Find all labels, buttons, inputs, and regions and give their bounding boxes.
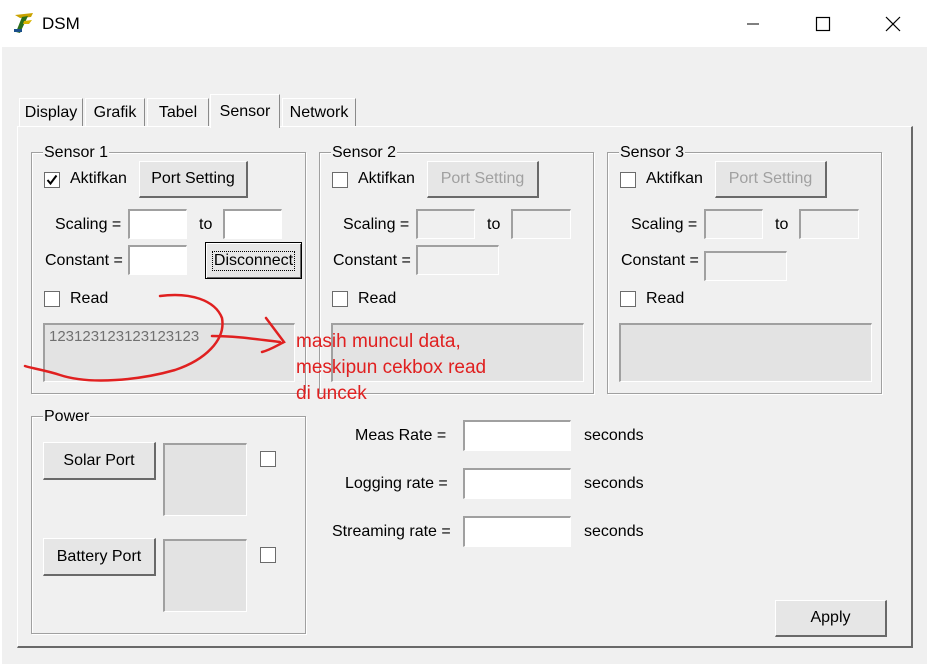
sensor1-aktifkan-label: Aktifkan [70, 170, 127, 187]
close-icon [885, 16, 901, 31]
battery-port-checkbox[interactable] [260, 547, 276, 563]
sensor2-read-checkbox[interactable] [332, 291, 348, 307]
sensor1-port-setting-button[interactable]: Port Setting [139, 161, 248, 198]
battery-port-button[interactable]: Battery Port [43, 538, 156, 576]
close-button[interactable] [858, 0, 928, 47]
sensor2-read-label: Read [358, 290, 397, 307]
sensor2-scaling-to-input[interactable] [511, 209, 571, 239]
sensor1-data-textbox[interactable]: 123123123123123123 [43, 323, 295, 382]
sensor1-read-checkbox[interactable] [44, 291, 60, 307]
sensor2-constant-label: Constant = [333, 252, 411, 269]
sensor1-scaling-to-input[interactable] [223, 209, 282, 239]
sensor2-port-setting-label: Port Setting [440, 170, 525, 187]
sensor1-port-setting-label: Port Setting [151, 170, 235, 187]
apply-label: Apply [810, 609, 851, 626]
solar-port-display [163, 443, 247, 516]
battery-port-display [163, 539, 247, 612]
meas-rate-unit: seconds [584, 427, 644, 444]
sensor3-read-label: Read [646, 290, 685, 307]
window-title: DSM [42, 14, 80, 33]
sensor1-constant-label: Constant = [45, 252, 123, 269]
sensor1-title: Sensor 1 [43, 144, 110, 162]
maximize-icon [815, 16, 831, 31]
sensor3-scaling-label: Scaling = [631, 216, 698, 233]
tab-network[interactable]: Network [282, 98, 356, 126]
sensor2-to-label: to [487, 216, 501, 233]
tab-sensor[interactable]: Sensor [210, 94, 280, 128]
sensor3-scaling-to-input[interactable] [799, 209, 859, 239]
tab-tabel-label: Tabel [158, 103, 198, 121]
app-icon [12, 11, 36, 35]
logging-rate-unit: seconds [584, 475, 644, 492]
tab-network-label: Network [289, 103, 349, 121]
tab-sensor-label: Sensor [219, 102, 271, 120]
logging-rate-label: Logging rate = [345, 475, 448, 492]
tab-display[interactable]: Display [19, 98, 83, 126]
power-title: Power [43, 408, 91, 426]
tab-display-label: Display [24, 103, 78, 121]
apply-button[interactable]: Apply [775, 600, 887, 637]
battery-port-label: Battery Port [56, 547, 142, 565]
sensor1-scaling-from-input[interactable] [128, 209, 187, 239]
minimize-icon [747, 23, 759, 24]
tab-tabel[interactable]: Tabel [147, 98, 209, 126]
streaming-rate-label: Streaming rate = [332, 523, 451, 540]
streaming-rate-unit: seconds [584, 523, 644, 540]
logging-rate-input[interactable] [463, 468, 571, 499]
sensor1-disconnect-label: Disconnect [211, 250, 296, 271]
sensor2-scaling-label: Scaling = [343, 216, 410, 233]
sensor3-data-textbox[interactable] [619, 323, 872, 382]
sensor3-port-setting-button[interactable]: Port Setting [715, 161, 827, 198]
sensor3-title: Sensor 3 [619, 144, 686, 162]
streaming-rate-input[interactable] [463, 516, 571, 547]
sensor2-title: Sensor 2 [331, 144, 398, 162]
sensor3-port-setting-label: Port Setting [728, 170, 813, 187]
tab-grafik[interactable]: Grafik [85, 98, 145, 126]
title-bar: DSM [0, 0, 929, 47]
checkmark-icon [46, 174, 58, 186]
sensor3-scaling-from-input[interactable] [704, 209, 763, 239]
sensor1-disconnect-button[interactable]: Disconnect [205, 242, 302, 279]
solar-port-button[interactable]: Solar Port [43, 442, 156, 480]
sensor3-aktifkan-label: Aktifkan [646, 170, 703, 187]
solar-port-label: Solar Port [63, 451, 135, 469]
sensor1-constant-input[interactable] [128, 245, 187, 275]
sensor3-constant-input[interactable] [704, 251, 787, 281]
minimize-button[interactable] [718, 0, 788, 47]
maximize-button[interactable] [788, 0, 858, 47]
solar-port-checkbox[interactable] [260, 451, 276, 467]
sensor1-to-label: to [199, 216, 213, 233]
sensor2-scaling-from-input[interactable] [416, 209, 475, 239]
sensor3-aktifkan-checkbox[interactable] [620, 172, 636, 188]
sensor2-aktifkan-checkbox[interactable] [332, 172, 348, 188]
sensor3-constant-label: Constant = [621, 252, 699, 269]
sensor2-aktifkan-label: Aktifkan [358, 170, 415, 187]
tab-grafik-label: Grafik [93, 103, 137, 121]
sensor3-to-label: to [775, 216, 789, 233]
sensor3-read-checkbox[interactable] [620, 291, 636, 307]
sensor1-read-label: Read [70, 290, 109, 307]
sensor1-aktifkan-checkbox[interactable] [44, 172, 60, 188]
sensor2-port-setting-button[interactable]: Port Setting [427, 161, 539, 198]
sensor2-constant-input[interactable] [416, 245, 499, 275]
sensor1-scaling-label: Scaling = [55, 216, 122, 233]
annotation-text: masih muncul data, meskipun cekbox read … [296, 331, 487, 404]
meas-rate-label: Meas Rate = [355, 427, 447, 444]
meas-rate-input[interactable] [463, 420, 571, 451]
